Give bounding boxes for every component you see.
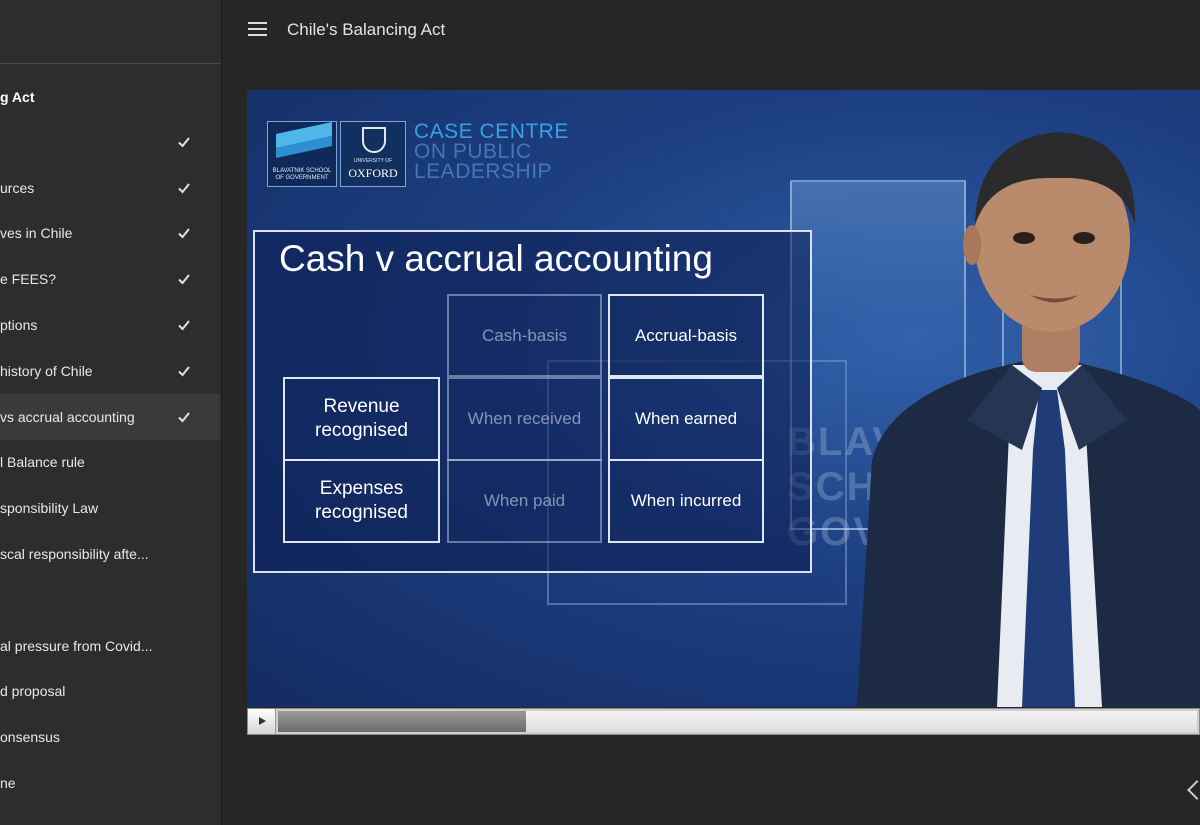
cell-expenses-cash: When paid	[447, 459, 602, 543]
lesson-label: d proposal	[0, 683, 66, 700]
column-header-cash: Cash-basis	[447, 294, 602, 377]
checkmark-icon	[178, 412, 190, 423]
column-header-accrual: Accrual-basis	[608, 294, 764, 377]
sidebar-lesson-item[interactable]: al pressure from Covid...	[0, 623, 220, 669]
lesson-label: ptions	[0, 317, 38, 334]
row-label-expenses: Expenses recognised	[283, 459, 440, 543]
cell-expenses-accrual: When incurred	[608, 459, 764, 543]
sidebar-lesson-item[interactable]: ptions	[0, 302, 220, 348]
checkmark-icon	[178, 137, 190, 148]
presenter-figure	[857, 132, 1200, 707]
slide-table-box: Cash v accrual accounting Cash-basis Acc…	[253, 230, 812, 573]
sidebar-lesson-item[interactable]	[0, 119, 220, 165]
sidebar-lesson-item[interactable]: e FEES?	[0, 256, 220, 302]
sidebar-header	[0, 0, 221, 64]
play-icon[interactable]	[248, 709, 276, 734]
lesson-label: al pressure from Covid...	[0, 637, 153, 654]
sidebar-lesson-item[interactable]	[0, 577, 220, 623]
blavatnik-logo: BLAVATNIK SCHOOL OF GOVERNMENT	[267, 121, 337, 187]
checkmark-icon	[178, 228, 190, 239]
lesson-label: urces	[0, 179, 35, 196]
top-header: Chile's Balancing Act	[222, 0, 1200, 64]
video-controls	[247, 708, 1200, 735]
logos: BLAVATNIK SCHOOL OF GOVERNMENT UNIVERSIT…	[267, 121, 569, 187]
sidebar-lesson-item[interactable]: ne	[0, 760, 220, 806]
hamburger-icon[interactable]	[248, 22, 268, 40]
video-player[interactable]: BLAVATN SCHOOL GOVERNM BLAVATNIK SCHOOL …	[247, 90, 1200, 707]
checkmark-icon	[178, 274, 190, 285]
cell-revenue-accrual: When earned	[608, 377, 764, 461]
lesson-label: onsensus	[0, 729, 60, 746]
lesson-label: history of Chile	[0, 362, 93, 379]
case-centre-logo-text: CASE CENTRE ON PUBLIC LEADERSHIP	[414, 120, 569, 183]
checkmark-icon	[178, 183, 190, 194]
lesson-list: urces ves in Chile e FEES? ptions history of…	[0, 119, 221, 806]
lesson-label: ves in Chile	[0, 225, 73, 242]
oxford-logo: UNIVERSITY OF OXFORD	[340, 121, 406, 187]
sidebar-lesson-item[interactable]: d proposal	[0, 669, 220, 715]
sidebar-lesson-item[interactable]: history of Chile	[0, 348, 220, 394]
row-label-revenue: Revenue recognised	[283, 377, 440, 461]
sidebar-lesson-item[interactable]: urces	[0, 165, 220, 211]
slide-title: Cash v accrual accounting	[279, 238, 713, 279]
progress-fill	[278, 711, 527, 732]
lesson-label: l Balance rule	[0, 454, 85, 471]
lesson-label: ne	[0, 775, 16, 792]
page-title: Chile's Balancing Act	[287, 20, 446, 39]
sidebar-lesson-item[interactable]: vs accrual accounting	[0, 393, 220, 440]
checkmark-icon	[178, 320, 190, 331]
course-title: g Act	[0, 89, 35, 105]
sidebar-lesson-item[interactable]: sponsibility Law	[0, 485, 220, 531]
cell-revenue-cash: When received	[447, 377, 602, 461]
sidebar-lesson-item[interactable]: onsensus	[0, 714, 220, 760]
sidebar: g Act urces ves in Chile e FEES? ptions hist…	[0, 0, 222, 825]
progress-track[interactable]	[278, 711, 1197, 732]
lesson-label: scal responsibility afte...	[0, 546, 149, 563]
checkmark-icon	[178, 366, 190, 377]
sidebar-lesson-item[interactable]: scal responsibility afte...	[0, 531, 220, 577]
sidebar-lesson-item[interactable]: l Balance rule	[0, 440, 220, 486]
lesson-label: vs accrual accounting	[0, 408, 135, 425]
lesson-label: sponsibility Law	[0, 500, 99, 517]
chevron-left-icon[interactable]	[1187, 780, 1200, 800]
lesson-label: e FEES?	[0, 271, 57, 288]
sidebar-lesson-item[interactable]: ves in Chile	[0, 211, 220, 257]
